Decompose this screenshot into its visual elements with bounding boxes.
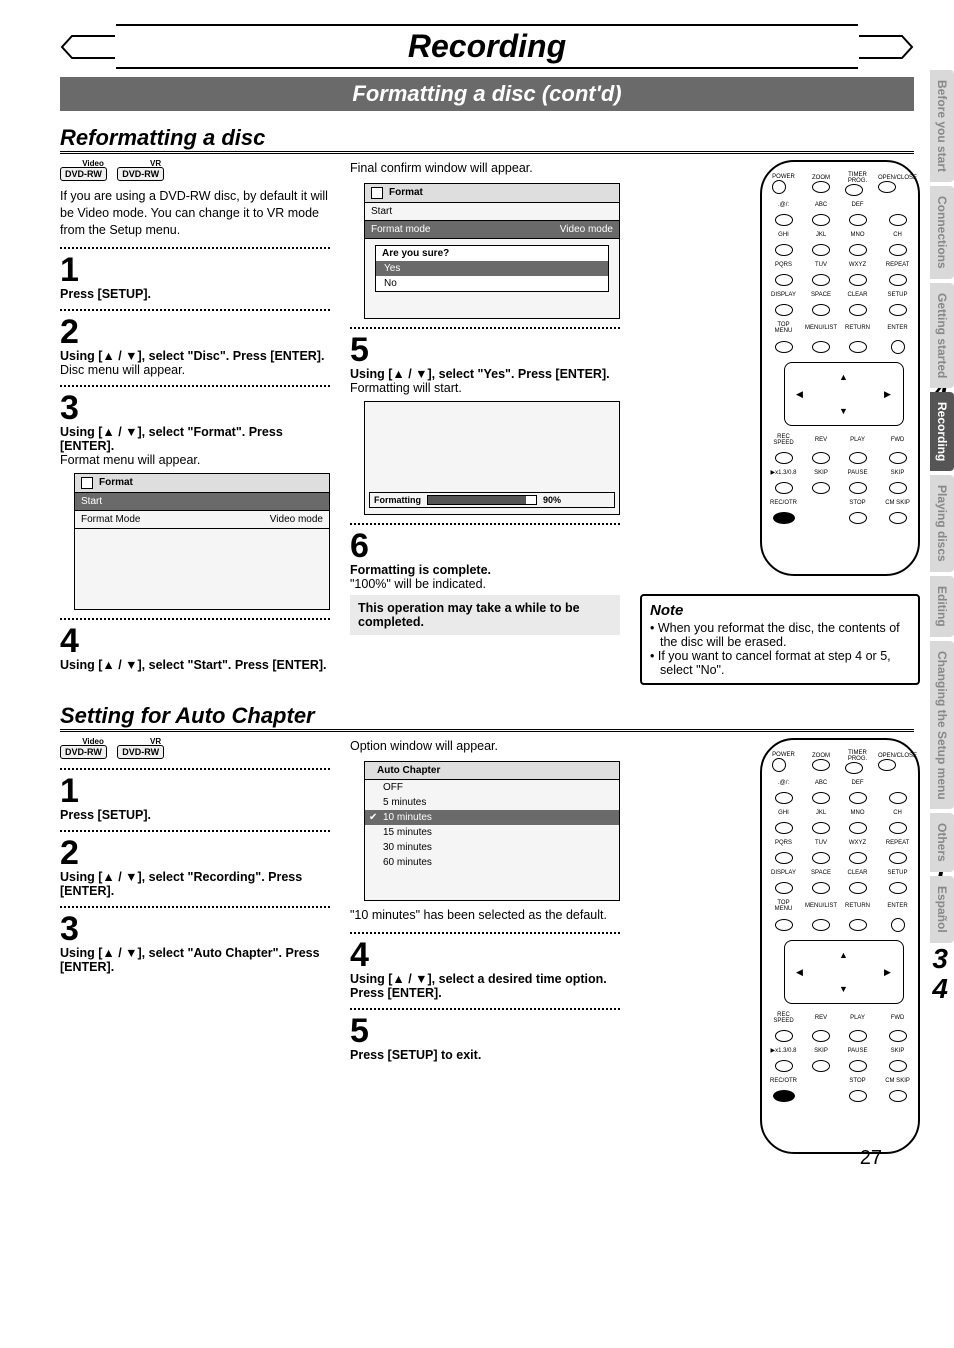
tab-connections[interactable]: Connections [930,186,954,279]
step-5-text-bold: Using [▲ / ▼], select "Yes". Press [ENTE… [350,367,610,381]
separator [350,327,620,329]
ac-mid-intro: Option window will appear. [350,738,620,755]
arrow-left-icon [60,32,116,62]
separator [60,906,330,908]
page-number: 27 [860,1147,882,1170]
nav-pad: ▲ ◀▶ ▼ [784,940,904,1004]
autochap-middle: Option window will appear. Auto Chapter … [350,738,620,1062]
tab-before-you-start[interactable]: Before you start [930,70,954,182]
dvd-rw-video-badge: VideoDVD-RW [60,167,107,181]
step-2-number: 2 [60,315,330,349]
step-6-number: 6 [350,529,620,563]
ac-step-2-text: Using [▲ / ▼], select "Recording". Press… [60,870,302,898]
ac-step-1-text: Press [SETUP]. [60,808,151,822]
check-icon: ✔ [369,812,377,823]
reformat-left: VideoDVD-RW VRDVD-RW If you are using a … [60,160,330,672]
separator [350,932,620,934]
tab-editing[interactable]: Editing [930,576,954,637]
separator [350,1008,620,1010]
side-tabs: Before you start Connections Getting sta… [930,70,954,947]
dvd-rw-vr-badge: VRDVD-RW [117,167,164,181]
mid-intro: Final confirm window will appear. [350,160,620,177]
ac-followup: "10 minutes" has been selected as the de… [350,907,620,924]
tab-getting-started[interactable]: Getting started [930,283,954,388]
step-4-text: Using [▲ / ▼], select "Start". Press [EN… [60,658,327,672]
dvd-rw-video-badge: VideoDVD-RW [60,745,107,759]
remote-illustration-2: POWER ZOOM TIMER PROG. OPEN/CLOSE .@/:AB… [760,738,920,1154]
reformat-right: POWER ZOOM TIMER PROG. OPEN/CLOSE .@/:AB… [640,160,920,685]
arrow-right-icon [858,32,914,62]
progress-box: Formatting 90% [364,401,620,515]
ac-step-5-text: Press [SETUP] to exit. [350,1048,481,1062]
step-1-text: Press [SETUP]. [60,287,151,301]
step-5-number: 5 [350,333,620,367]
separator [60,309,330,311]
step-4-number: 4 [60,624,330,658]
step-3-text: Format menu will appear. [60,453,200,467]
separator [60,830,330,832]
step-2-text: Disc menu will appear. [60,363,185,377]
remote-illustration-1: POWER ZOOM TIMER PROG. OPEN/CLOSE .@/:AB… [760,160,920,576]
disc-icon [81,477,93,489]
step-3-number: 3 [60,391,330,425]
separator [60,247,330,249]
step-1-number: 1 [60,253,330,287]
subtitle: Formatting a disc (cont'd) [60,77,914,111]
ac-step-4-num: 4 [350,938,620,972]
ac-step-5-num: 5 [350,1014,620,1048]
format-menu-1: Format Start Format ModeVideo mode [74,473,330,610]
title-band: Recording [60,24,914,69]
step-3-text-bold: Using [▲ / ▼], select "Format". Press [E… [60,425,283,453]
tab-others[interactable]: Others [930,813,954,872]
ac-step-3-num: 3 [60,912,330,946]
separator [60,618,330,620]
progress-bar [427,495,537,505]
page-title: Recording [116,24,858,69]
note-box: Note When you reformat the disc, the con… [640,594,920,685]
step-5-text: Formatting will start. [350,381,462,395]
autochap-left: VideoDVD-RW VRDVD-RW 1 Press [SETUP]. 2 … [60,738,330,974]
step-6-text: "100%" will be indicated. [350,577,486,591]
ac-step-1-num: 1 [60,774,330,808]
ac-step-2-num: 2 [60,836,330,870]
separator [60,385,330,387]
section-heading-autochap: Setting for Auto Chapter [60,703,914,732]
tab-recording[interactable]: Recording [930,392,954,471]
section-heading-reformat: Reformatting a disc [60,125,914,154]
tab-changing-setup[interactable]: Changing the Setup menu [930,641,954,810]
ac-step-3-text: Using [▲ / ▼], select "Auto Chapter". Pr… [60,946,320,974]
auto-chapter-options: Auto Chapter OFF 5 minutes ✔10 minutes 1… [364,761,620,901]
separator [350,523,620,525]
dvd-rw-vr-badge: VRDVD-RW [117,745,164,759]
step-2-text-bold: Using [▲ / ▼], select "Disc". Press [ENT… [60,349,324,363]
format-menu-confirm: Format Start Format modeVideo mode Are y… [364,183,620,319]
autochap-right: POWER ZOOM TIMER PROG. OPEN/CLOSE .@/:AB… [640,738,920,1154]
reformat-intro: If you are using a DVD-RW disc, by defau… [60,188,330,239]
reformat-middle: Final confirm window will appear. Format… [350,160,620,635]
nav-pad: ▲ ◀▶ ▼ [784,362,904,426]
callout-note: This operation may take a while to be co… [350,595,620,635]
step-6-text-bold: Formatting is complete. [350,563,491,577]
disc-icon [371,187,383,199]
tab-playing-discs[interactable]: Playing discs [930,475,954,572]
ac-step-4-text: Using [▲ / ▼], select a desired time opt… [350,972,607,1000]
tab-espanol[interactable]: Español [930,876,954,943]
separator [60,768,330,770]
